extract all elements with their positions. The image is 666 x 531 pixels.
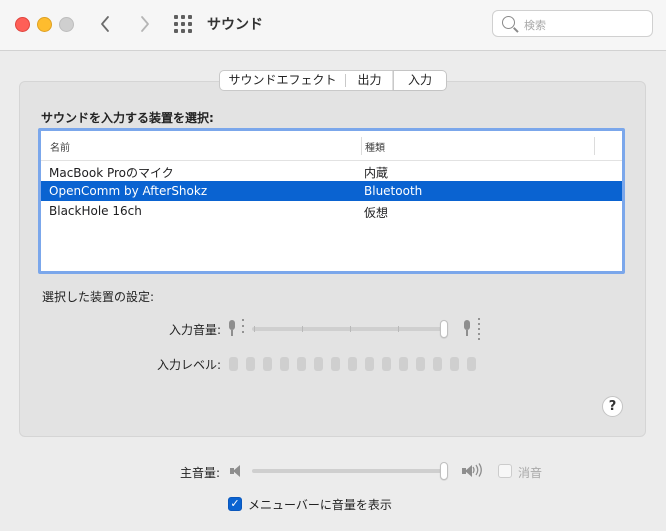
main-volume-label: 主音量:	[180, 466, 221, 480]
input-device-table[interactable]: 名前 種類 MacBook Proのマイク 内蔵 OpenComm by Aft…	[38, 128, 625, 274]
level-bar	[348, 357, 357, 371]
mic-high-icon	[463, 320, 471, 336]
device-type: Bluetooth	[364, 184, 423, 198]
table-row[interactable]: BlackHole 16ch 仮想	[41, 201, 622, 221]
input-level-meter	[229, 357, 479, 371]
minimize-window-button[interactable]	[37, 17, 52, 32]
column-header-name[interactable]: 名前	[50, 139, 70, 154]
show-volume-in-menubar-checkbox[interactable]: ✓	[228, 497, 242, 511]
tab-input[interactable]: 入力	[393, 71, 446, 90]
level-bar	[314, 357, 323, 371]
level-bar	[416, 357, 425, 371]
close-window-button[interactable]	[15, 17, 30, 32]
toolbar: サウンド 検索	[0, 0, 666, 51]
level-bar	[399, 357, 408, 371]
input-volume-label: 入力音量:	[169, 323, 222, 337]
search-placeholder: 検索	[524, 19, 546, 32]
main-volume-thumb[interactable]	[440, 462, 448, 480]
mic-high-level-dots-icon	[478, 318, 480, 340]
input-volume-slider[interactable]	[252, 326, 448, 332]
segmented-tabs: サウンドエフェクト 出力 入力	[219, 70, 447, 91]
mute-label: 消音	[518, 466, 543, 480]
level-bar	[280, 357, 289, 371]
level-bar	[331, 357, 340, 371]
level-bar	[433, 357, 442, 371]
column-divider	[361, 137, 362, 155]
help-button[interactable]: ?	[602, 396, 623, 417]
level-bar	[365, 357, 374, 371]
device-type: 内蔵	[364, 166, 389, 180]
level-bar	[450, 357, 459, 371]
level-bar	[229, 357, 238, 371]
level-bar	[246, 357, 255, 371]
sound-waves-icon	[471, 463, 483, 480]
mic-low-level-dots-icon	[242, 319, 244, 339]
device-name: MacBook Proのマイク	[49, 166, 174, 180]
speaker-low-icon	[230, 465, 242, 477]
mic-low-icon	[228, 320, 236, 336]
level-bar	[297, 357, 306, 371]
table-row[interactable]: MacBook Proのマイク 内蔵	[41, 161, 622, 181]
device-settings-heading: 選択した装置の設定:	[42, 290, 155, 304]
forward-button[interactable]	[133, 13, 155, 35]
show-volume-in-menubar-label: メニューバーに音量を表示	[248, 498, 392, 512]
input-device-heading: サウンドを入力する装置を選択:	[41, 111, 214, 125]
input-volume-thumb[interactable]	[440, 320, 448, 338]
device-name: OpenComm by AfterShokz	[49, 184, 208, 198]
tab-output[interactable]: 出力	[346, 71, 393, 90]
main-volume-slider[interactable]	[252, 469, 448, 473]
window-title: サウンド	[207, 17, 263, 33]
tab-sound-effects[interactable]: サウンドエフェクト	[220, 71, 345, 90]
zoom-window-button[interactable]	[59, 17, 74, 32]
back-button[interactable]	[95, 13, 117, 35]
column-divider	[594, 137, 595, 155]
show-all-grid-icon[interactable]	[174, 15, 192, 33]
device-name: BlackHole 16ch	[49, 204, 142, 218]
chevron-left-icon	[101, 16, 109, 32]
table-row-selected[interactable]: OpenComm by AfterShokz Bluetooth	[41, 181, 622, 201]
chevron-right-icon	[141, 16, 149, 32]
mute-checkbox[interactable]	[498, 464, 512, 478]
level-bar	[263, 357, 272, 371]
level-bar	[382, 357, 391, 371]
column-header-type[interactable]: 種類	[365, 139, 385, 154]
device-type: 仮想	[364, 206, 389, 220]
input-level-label: 入力レベル:	[157, 358, 222, 372]
level-bar	[467, 357, 476, 371]
search-icon	[502, 16, 515, 29]
search-field[interactable]: 検索	[492, 10, 653, 37]
